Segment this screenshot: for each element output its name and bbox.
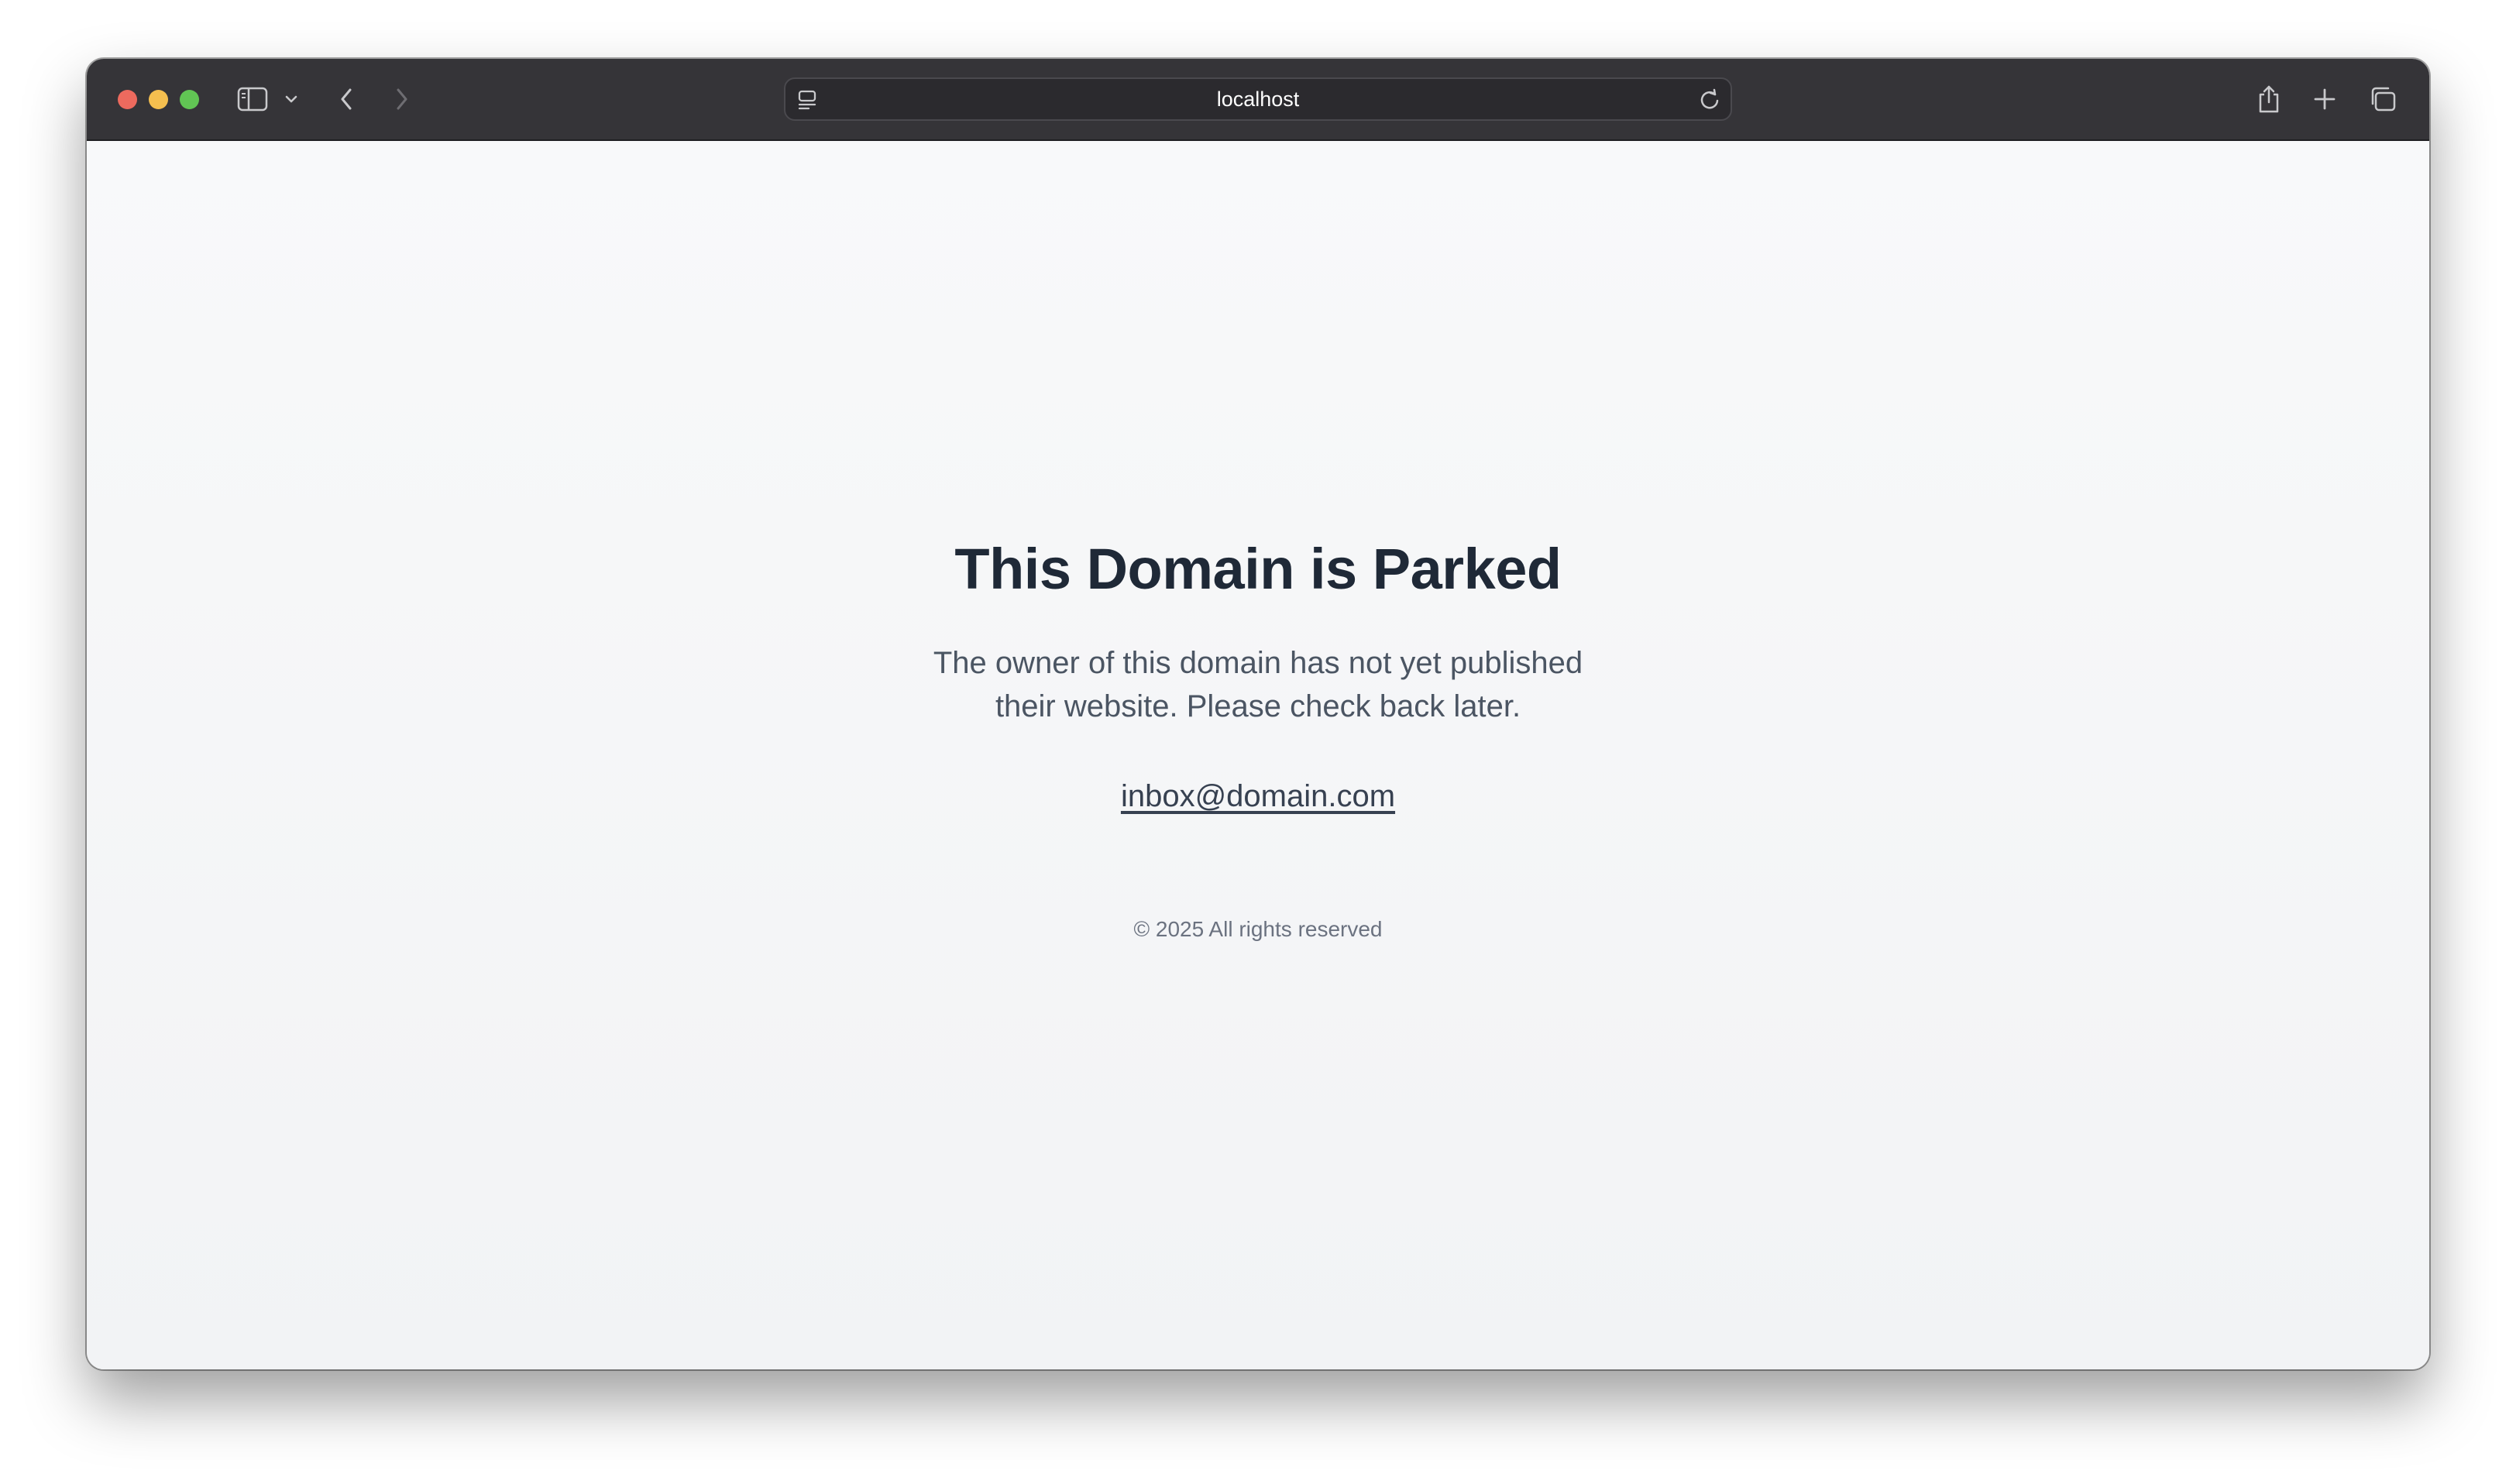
- plus-icon[interactable]: [2311, 82, 2338, 116]
- chevron-right-icon[interactable]: [390, 82, 414, 116]
- browser-window: localhost This Domain is Parked The owne…: [87, 59, 2429, 1369]
- address-bar[interactable]: localhost: [784, 77, 1732, 121]
- contact-email: inbox@domain.com: [87, 779, 2429, 814]
- chevron-left-icon[interactable]: [335, 82, 358, 116]
- page-title: This Domain is Parked: [954, 537, 1562, 601]
- parked-message: The owner of this domain has not yet pub…: [87, 641, 2429, 728]
- address-text[interactable]: localhost: [785, 79, 1731, 119]
- message-line-2: their website. Please check back later.: [995, 689, 1521, 723]
- copyright-footer: © 2025 All rights reserved: [1133, 917, 1383, 941]
- browser-toolbar: localhost: [87, 59, 2429, 141]
- close-window-button[interactable]: [118, 90, 137, 109]
- message-line-1: The owner of this domain has not yet pub…: [933, 646, 1583, 680]
- maximize-window-button[interactable]: [180, 90, 199, 109]
- share-icon[interactable]: [2256, 82, 2282, 116]
- minimize-window-button[interactable]: [149, 90, 168, 109]
- tabs-icon[interactable]: [2367, 82, 2398, 116]
- sidebar-icon[interactable]: [235, 82, 270, 116]
- contact-email-link[interactable]: inbox@domain.com: [1121, 779, 1395, 813]
- page-content: This Domain is Parked The owner of this …: [87, 141, 2429, 1369]
- reload-icon[interactable]: [1698, 88, 1721, 115]
- chevron-down-icon[interactable]: [282, 82, 301, 116]
